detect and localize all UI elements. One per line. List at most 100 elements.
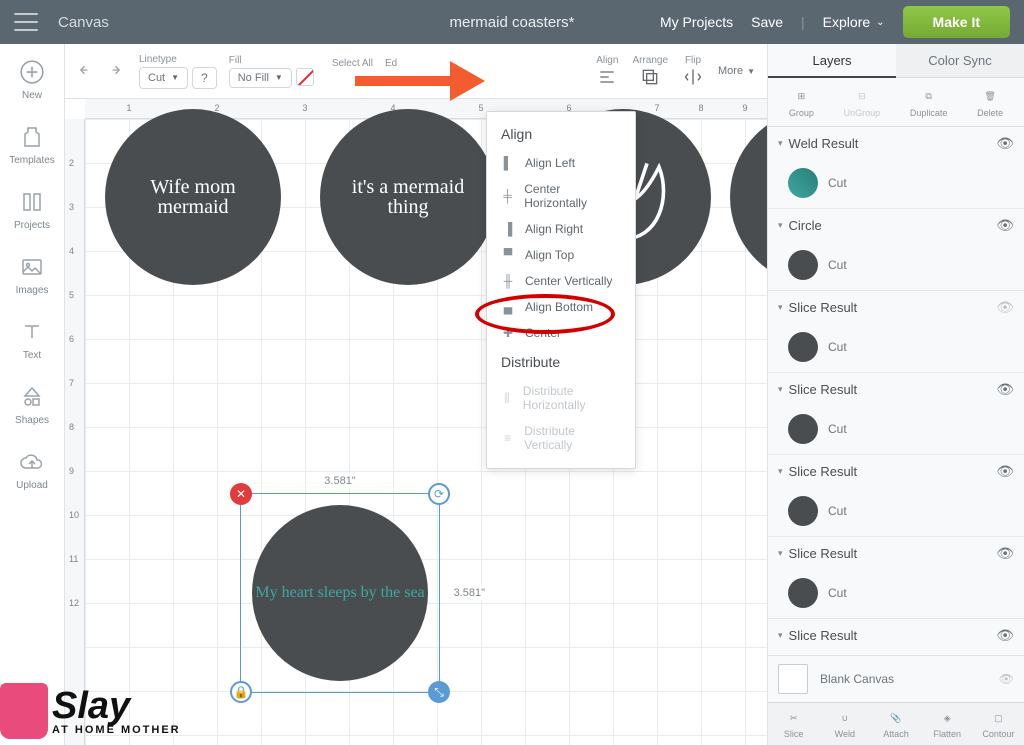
my-projects-link[interactable]: My Projects [660,14,733,30]
text-icon [18,318,46,346]
edit-button[interactable]: Ed [385,58,397,69]
ungroup-icon: ⊟ [852,86,872,106]
align-button[interactable]: Align [596,55,618,88]
flip-button[interactable]: Flip [682,55,704,88]
layer-thumb [788,168,818,198]
toolbar: Linetype Cut▼ ? Fill No Fill▼ Select All… [65,44,767,99]
dist-h-item: ⫼Distribute Horizontally [487,378,635,418]
slice-button[interactable]: ✂Slice [768,703,819,745]
center-v-item[interactable]: ╫Center Vertically [487,268,635,294]
images-icon [18,253,46,281]
delete-handle[interactable]: ✕ [230,483,252,505]
templates-icon [18,123,46,151]
align-bottom-item[interactable]: ▄Align Bottom [487,294,635,320]
redo-button[interactable] [105,61,123,82]
center-item[interactable]: ✚Center [487,320,635,346]
right-panel: Layers Color Sync ⊞Group ⊟UnGroup ⧉Dupli… [767,44,1024,745]
visibility-icon[interactable]: 👁 [996,381,1014,398]
fill-swatch[interactable] [296,68,314,86]
visibility-icon[interactable]: 👁 [996,217,1014,234]
project-title[interactable]: mermaid coasters* [449,14,574,31]
dim-width: 3.581" [320,474,359,488]
visibility-hidden-icon[interactable]: 👁 [996,299,1014,316]
flatten-icon: ◈ [944,709,951,727]
visibility-icon[interactable]: 👁 [996,463,1014,480]
dist-h-icon: ⫼ [501,391,513,405]
layer-item[interactable]: ▾Slice Result👁 Cut [768,455,1024,537]
dim-height: 3.581" [450,586,489,600]
align-menu: Align ▌Align Left ╪Center Horizontally ▐… [486,111,636,469]
layer-thumb [788,332,818,362]
arrange-button[interactable]: Arrange [632,55,668,88]
canvas-area[interactable]: 123456789 23456789101112 Wife mom mermai… [65,99,767,745]
upload-icon [18,448,46,476]
select-all-button[interactable]: Select All [332,58,373,69]
shapes-icon [18,383,46,411]
visibility-icon[interactable]: 👁 [996,135,1014,152]
visibility-hidden-icon[interactable]: 👁 [999,672,1014,686]
align-right-item[interactable]: ▐Align Right [487,216,635,242]
lock-handle[interactable]: 🔒 [230,681,252,703]
duplicate-button[interactable]: ⧉Duplicate [910,86,948,118]
save-link[interactable]: Save [751,14,783,30]
group-button[interactable]: ⊞Group [789,86,814,118]
align-top-icon: ▀ [501,248,515,262]
layer-item[interactable]: ▾Slice Result👁 Cut [768,291,1024,373]
right-panel-tabs: Layers Color Sync [768,44,1024,78]
rotate-handle[interactable]: ⟳ [428,483,450,505]
blank-canvas-row[interactable]: Blank Canvas 👁 [768,655,1024,702]
projects-icon [18,188,46,216]
slice-icon: ✂ [790,709,798,727]
coaster-2[interactable]: it's a mermaid thing [320,109,496,285]
color-sync-tab[interactable]: Color Sync [896,44,1024,78]
layers-tab[interactable]: Layers [768,44,896,78]
undo-button[interactable] [77,61,95,82]
divider: | [801,14,805,30]
text-button[interactable]: Text [18,318,46,361]
duplicate-icon: ⧉ [919,86,939,106]
contour-icon: ▢ [994,709,1003,727]
layer-item[interactable]: ▾Slice Result👁 Cut [768,619,1024,655]
top-right-nav: My Projects Save | Explore⌄ Make It [660,6,1010,38]
more-button[interactable]: More▼ [718,65,755,77]
make-it-button[interactable]: Make It [903,6,1010,38]
explore-link[interactable]: Explore⌄ [823,14,885,30]
app-label: Canvas [58,14,109,31]
images-button[interactable]: Images [16,253,49,296]
right-panel-footer: ✂Slice ∪Weld 📎Attach ◈Flatten ▢Contour [768,702,1024,745]
templates-button[interactable]: Templates [9,123,55,166]
projects-button[interactable]: Projects [14,188,50,231]
contour-button[interactable]: ▢Contour [973,703,1024,745]
layer-item[interactable]: ▾Weld Result👁 Cut [768,127,1024,209]
coaster-heart[interactable]: My heart sleeps by the sea [252,505,428,681]
scale-handle[interactable]: ⤡ [428,681,450,703]
linetype-help[interactable]: ? [192,67,217,89]
attach-button[interactable]: 📎Attach [870,703,921,745]
fill-group: Fill No Fill▼ [229,55,314,88]
align-left-item[interactable]: ▌Align Left [487,150,635,176]
plus-icon [18,58,46,86]
center-h-item[interactable]: ╪Center Horizontally [487,176,635,216]
weld-button[interactable]: ∪Weld [819,703,870,745]
flip-icon [682,66,704,88]
layer-tools: ⊞Group ⊟UnGroup ⧉Duplicate 🗑Delete [768,78,1024,127]
center-v-icon: ╫ [501,274,515,288]
visibility-icon[interactable]: 👁 [996,545,1014,562]
flatten-button[interactable]: ◈Flatten [922,703,973,745]
fill-select[interactable]: No Fill▼ [229,68,292,88]
new-button[interactable]: New [18,58,46,101]
menu-icon[interactable] [14,13,38,31]
linetype-select[interactable]: Cut▼ [139,67,188,89]
shapes-button[interactable]: Shapes [15,383,49,426]
layer-thumb [788,578,818,608]
align-top-item[interactable]: ▀Align Top [487,242,635,268]
visibility-icon[interactable]: 👁 [996,627,1014,644]
align-menu-header: Align [487,122,635,150]
layer-item[interactable]: ▾Circle👁 Cut [768,209,1024,291]
layer-item[interactable]: ▾Slice Result👁 Cut [768,537,1024,619]
upload-button[interactable]: Upload [16,448,48,491]
left-rail: New Templates Projects Images Text Shape… [0,44,65,745]
layer-item[interactable]: ▾Slice Result👁 Cut [768,373,1024,455]
delete-button[interactable]: 🗑Delete [977,86,1003,118]
coaster-1[interactable]: Wife mom mermaid [105,109,281,285]
